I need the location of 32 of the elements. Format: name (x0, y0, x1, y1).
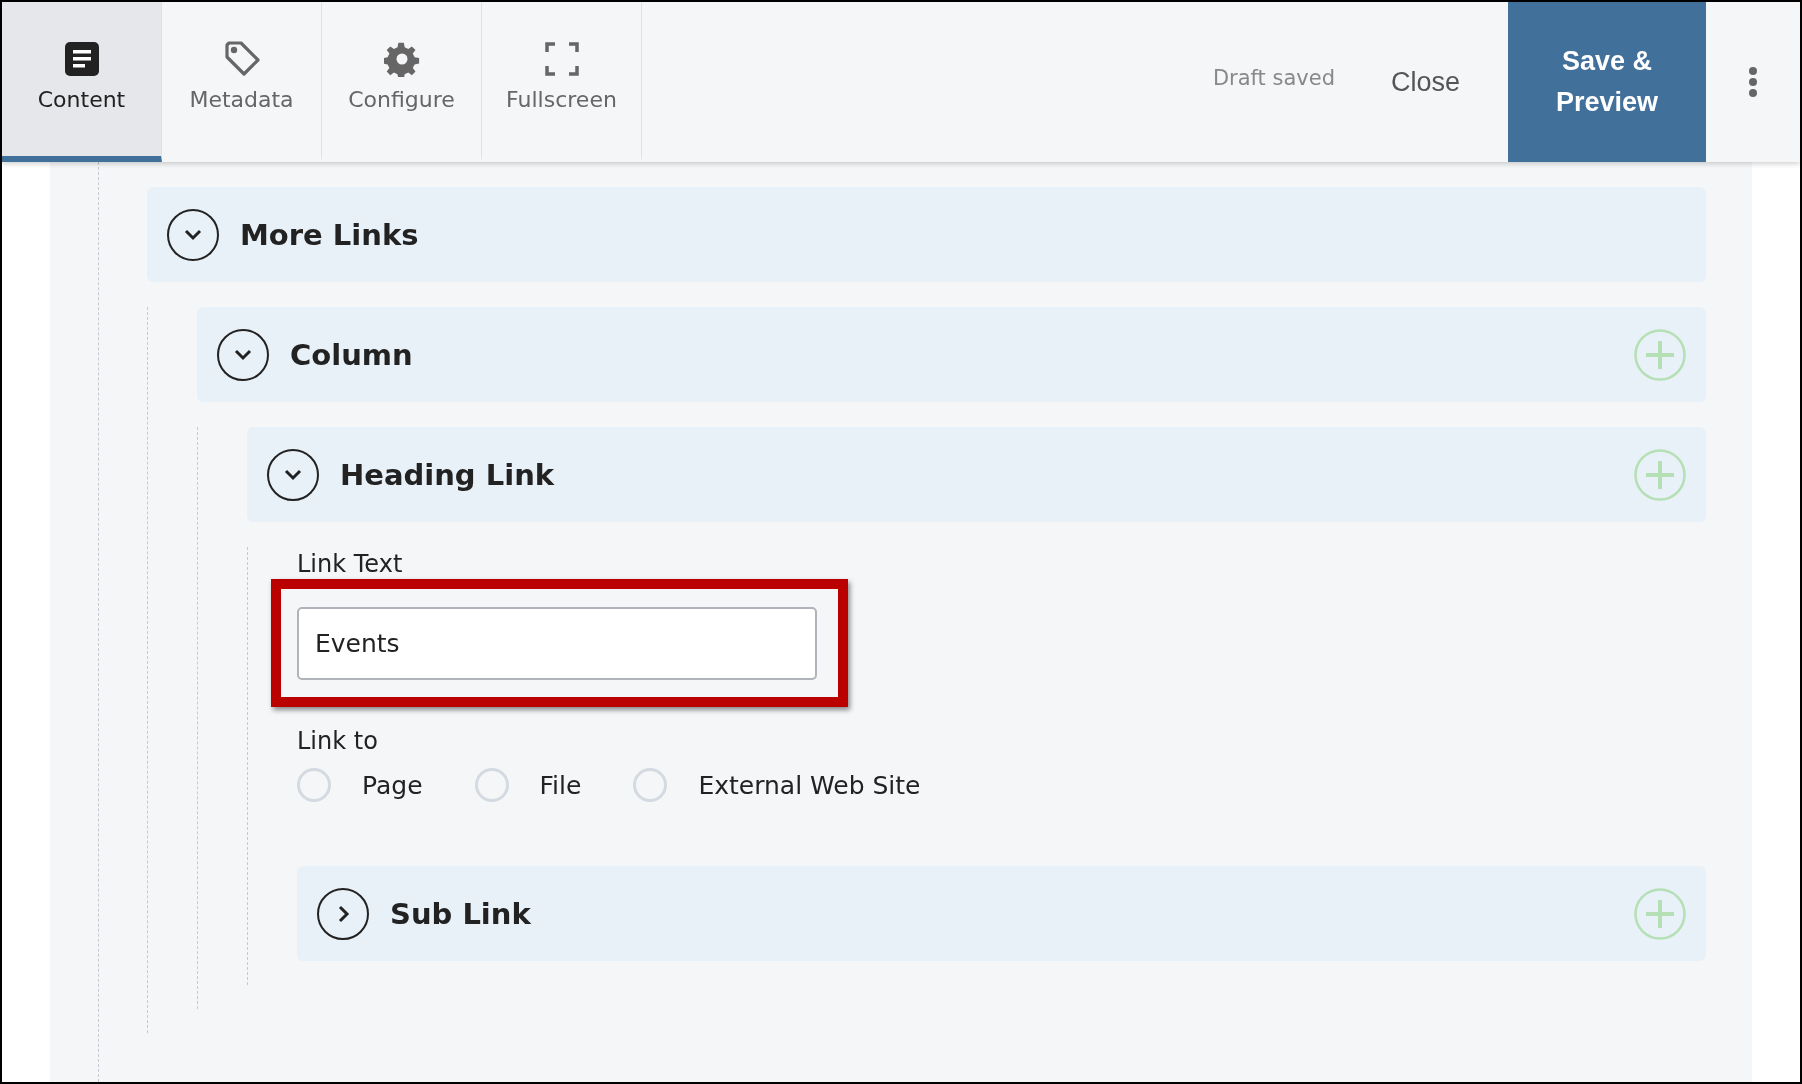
field-label: Link Text (297, 551, 403, 577)
save-preview-button[interactable]: Save & Preview (1508, 2, 1706, 162)
add-button[interactable] (1634, 328, 1686, 381)
tag-icon (223, 40, 260, 77)
radio-label[interactable]: Page (362, 770, 423, 800)
fullscreen-icon (543, 40, 580, 77)
radio-button[interactable] (633, 768, 668, 802)
toggle-button[interactable] (317, 887, 369, 940)
add-icon (1634, 328, 1686, 381)
close-button[interactable]: Close (1382, 62, 1468, 102)
section-title: Column (290, 337, 414, 372)
toggle-button[interactable] (217, 328, 269, 381)
section-title: Heading Link (340, 457, 556, 492)
toggle-button[interactable] (267, 448, 319, 501)
save-status: Draft saved (1212, 66, 1335, 90)
document-icon (63, 40, 100, 77)
field-label: Link to (297, 728, 378, 754)
settings-icon (383, 40, 420, 77)
add-icon (1634, 887, 1686, 940)
add-button[interactable] (1634, 448, 1686, 501)
more-icon (1748, 66, 1758, 98)
section-title: More Links (240, 217, 420, 252)
toolbar-tab[interactable]: Content (2, 2, 162, 162)
add-icon (1634, 448, 1686, 501)
add-button[interactable] (1634, 887, 1686, 940)
radio-button[interactable] (474, 768, 509, 802)
radio-label[interactable]: External Web Site (698, 770, 921, 800)
radio-label[interactable]: File (539, 770, 582, 800)
toggle-button[interactable] (167, 208, 219, 261)
radio-button[interactable] (297, 768, 331, 802)
section-title: Sub Link (390, 896, 532, 931)
text-field[interactable]: Events (297, 607, 817, 680)
